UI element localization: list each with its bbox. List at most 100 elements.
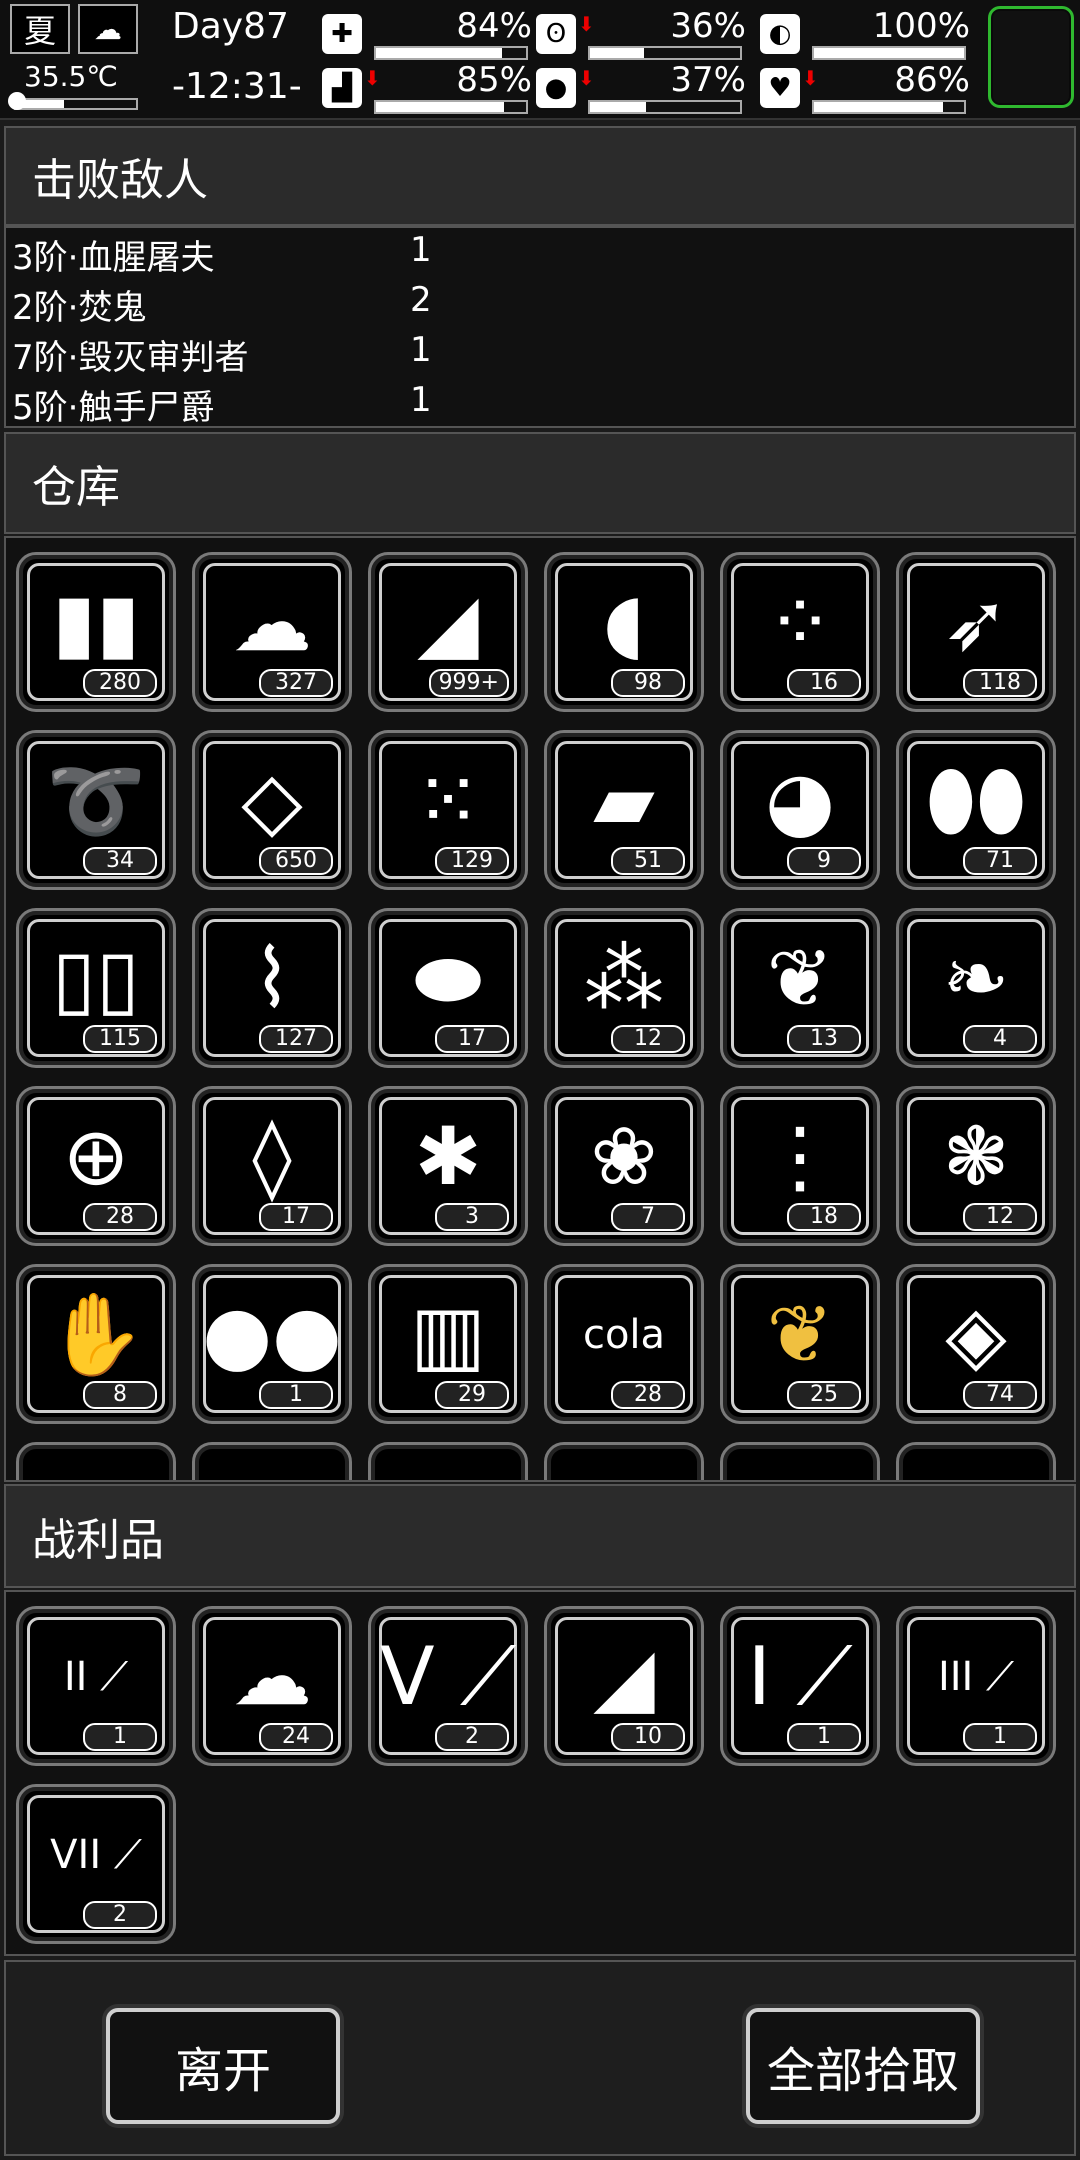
item-slot[interactable]: ⁂ 12 — [544, 908, 704, 1068]
item-slot[interactable]: ◈ 74 — [896, 1264, 1056, 1424]
item-slot-partial[interactable] — [368, 1442, 528, 1480]
cloth-icon: ☁ — [232, 1630, 312, 1723]
item-slot[interactable]: ⋮ 18 — [720, 1086, 880, 1246]
item-quantity: 98 — [611, 669, 685, 697]
item-quantity: 24 — [259, 1723, 333, 1751]
item-quantity: 7 — [611, 1203, 685, 1231]
item-slot[interactable]: ❃ 12 — [896, 1086, 1056, 1246]
item-quantity: 17 — [259, 1203, 333, 1231]
take-all-button[interactable]: 全部拾取 — [746, 2008, 980, 2124]
stat-bar — [812, 100, 966, 114]
cartridges-icon: ▯▯ — [51, 932, 141, 1025]
rope-icon: ➰ — [46, 754, 146, 847]
cloud-icon: ☁ — [78, 4, 138, 54]
item-quantity: 1 — [259, 1381, 333, 1409]
item-slot[interactable]: ⌇ 127 — [192, 908, 352, 1068]
grains-icon: ⁂ — [584, 932, 664, 1025]
item-slot[interactable]: ❦ 25 — [720, 1264, 880, 1424]
quick-slot-button[interactable] — [988, 6, 1074, 108]
item-slot[interactable]: ●● 1 — [192, 1264, 352, 1424]
item-slot[interactable]: ➶ 118 — [896, 552, 1056, 712]
item-slot[interactable]: ❧ 4 — [896, 908, 1056, 1068]
item-slot-partial[interactable] — [16, 1442, 176, 1480]
item-quantity: 71 — [963, 847, 1037, 875]
item-quantity: 1 — [963, 1723, 1037, 1751]
enemy-name: 3阶·血腥屠夫 — [12, 238, 215, 278]
item-quantity: 650 — [259, 847, 333, 875]
water-drop-icon: ● — [536, 68, 576, 108]
item-slot[interactable]: ◇ 650 — [192, 730, 352, 890]
leg-icon: ▟ — [322, 68, 362, 108]
stat-percent: 85% — [456, 60, 532, 100]
item-slot[interactable]: ☁ 327 — [192, 552, 352, 712]
item-slot[interactable]: ◊ 17 — [192, 1086, 352, 1246]
stat-percent: 84% — [456, 6, 532, 46]
item-slot[interactable]: III ⟋ 1 — [896, 1606, 1056, 1766]
item-slot-partial[interactable] — [192, 1442, 352, 1480]
item-quantity: 34 — [83, 847, 157, 875]
enemies-list: 3阶·血腥屠夫 1 2阶·焚鬼 2 7阶·毁灭审判者 1 5阶·触手尸爵 1 — [4, 226, 1076, 428]
item-slot[interactable]: ◖ 98 — [544, 552, 704, 712]
enemy-name: 2阶·焚鬼 — [12, 288, 147, 328]
item-slot[interactable]: ✋ 8 — [16, 1264, 176, 1424]
bullets-icon: ▮▮ — [51, 576, 141, 669]
item-slot[interactable]: ◢ 10 — [544, 1606, 704, 1766]
item-slot[interactable]: ⊕ 28 — [16, 1086, 176, 1246]
item-slot-partial[interactable] — [720, 1442, 880, 1480]
stat-bar — [588, 46, 742, 60]
brain-icon: ◕ — [765, 754, 835, 847]
stat-heart: ♥ ⬇ 86% — [760, 60, 970, 116]
enemy-name: 7阶·毁灭审判者 — [12, 338, 249, 378]
item-slot[interactable]: ⁙ 129 — [368, 730, 528, 890]
storage-header: 仓库 — [4, 432, 1076, 534]
loot-grid[interactable]: II ⟋ 1 ☁ 24 V ⟋ 2 ◢ 10 I ⟋ 1 III ⟋ 1 VII ⟋ 2 — [4, 1590, 1076, 1956]
item-slot[interactable]: ▯▯ 115 — [16, 908, 176, 1068]
potion-tube-VII-icon: VII ⟋ — [50, 1832, 142, 1878]
item-slot[interactable]: ❀ 7 — [544, 1086, 704, 1246]
potion-tube-III-icon: III ⟋ — [937, 1654, 1015, 1700]
stat-percent: 37% — [670, 60, 746, 100]
temperature: 35.5℃ — [24, 60, 118, 93]
decrease-arrow-icon: ⬇ — [802, 66, 819, 90]
item-slot[interactable]: ◢ 999+ — [368, 552, 528, 712]
decrease-arrow-icon: ⬇ — [364, 66, 381, 90]
item-slot[interactable]: ☁ 24 — [192, 1606, 352, 1766]
item-quantity: 18 — [787, 1203, 861, 1231]
item-slot[interactable]: ✱ 3 — [368, 1086, 528, 1246]
item-quantity: 280 — [83, 669, 157, 697]
item-slot[interactable]: ⬬ 17 — [368, 908, 528, 1068]
meat-wrap-icon: ◢ — [593, 1630, 655, 1723]
item-slot[interactable]: ◕ 9 — [720, 730, 880, 890]
item-slot[interactable]: ⬮⬮ 71 — [896, 730, 1056, 890]
item-quantity: 16 — [787, 669, 861, 697]
sprouts-icon: ❃ — [942, 1110, 1010, 1203]
item-slot[interactable]: VII ⟋ 2 — [16, 1784, 176, 1944]
item-slot-partial[interactable] — [544, 1442, 704, 1480]
item-slot[interactable]: ⁘ 16 — [720, 552, 880, 712]
item-slot[interactable]: V ⟋ 2 — [368, 1606, 528, 1766]
item-quantity: 13 — [787, 1025, 861, 1053]
stat-percent: 36% — [670, 6, 746, 46]
item-slot[interactable]: I ⟋ 1 — [720, 1606, 880, 1766]
leave-button[interactable]: 离开 — [106, 2008, 340, 2124]
potion-tube-V-icon: V ⟋ — [379, 1630, 517, 1723]
item-slot[interactable]: ❦ 13 — [720, 908, 880, 1068]
item-quantity: 3 — [435, 1203, 509, 1231]
item-slot[interactable]: II ⟋ 1 — [16, 1606, 176, 1766]
item-quantity: 327 — [259, 669, 333, 697]
item-slot-partial[interactable] — [896, 1442, 1056, 1480]
item-quantity: 25 — [787, 1381, 861, 1409]
item-slot[interactable]: ▰ 51 — [544, 730, 704, 890]
herb-branch-icon: ❀ — [590, 1110, 658, 1203]
take-all-label: 全部拾取 — [766, 2043, 959, 2099]
item-slot[interactable]: cola 28 — [544, 1264, 704, 1424]
item-slot[interactable]: ➰ 34 — [16, 730, 176, 890]
item-quantity: 129 — [435, 847, 509, 875]
item-slot[interactable]: ▥ 29 — [368, 1264, 528, 1424]
stat-bar — [588, 100, 742, 114]
stat-health: ✚ 84% — [322, 6, 532, 62]
berries-icon: ⁙ — [414, 754, 482, 847]
storage-grid[interactable]: ▮▮ 280 ☁ 327 ◢ 999+ ◖ 98 ⁘ 16 ➶ 118 ➰ 34 ◇ 650 ⁙ 129 ▰ 51 ◕ 9… — [4, 536, 1076, 1482]
item-slot[interactable]: ▮▮ 280 — [16, 552, 176, 712]
potion-tube-II-icon: II ⟋ — [63, 1654, 129, 1700]
